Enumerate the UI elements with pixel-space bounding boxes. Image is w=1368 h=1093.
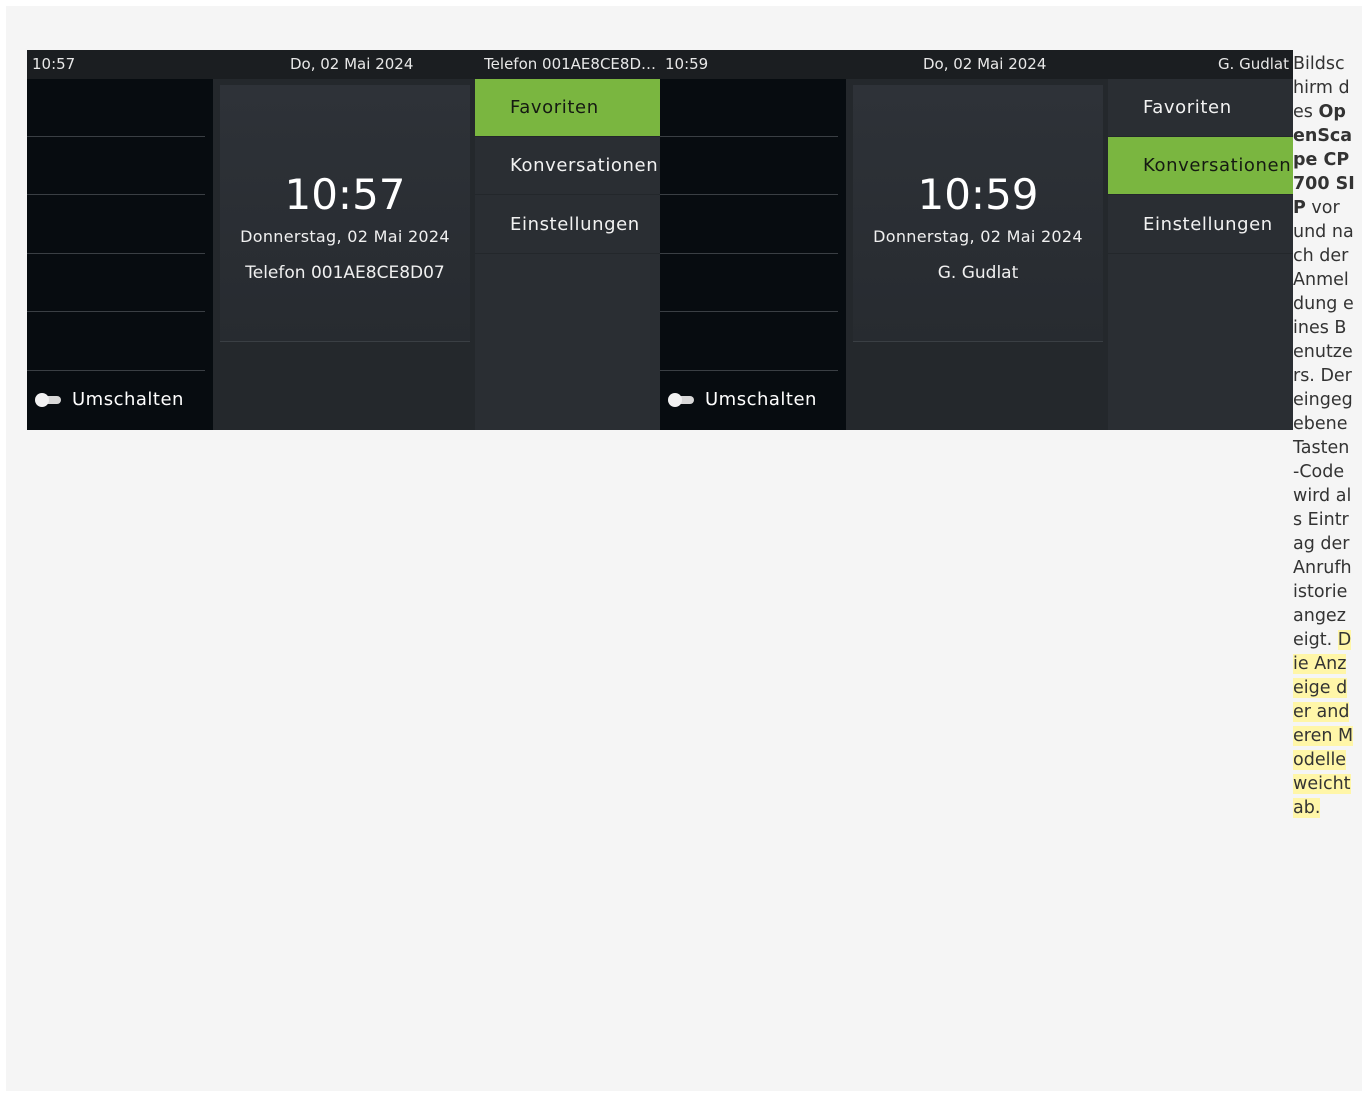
toggle-label: Umschalten xyxy=(72,389,184,410)
softkey-2[interactable] xyxy=(27,137,205,195)
softkey-3[interactable] xyxy=(660,196,838,254)
status-time: 10:57 xyxy=(32,55,76,73)
idle-panel: 10:59 Donnerstag, 02 Mai 2024 G. Gudlat xyxy=(847,79,1108,430)
menu-item-einstellungen[interactable]: Einstellungen xyxy=(1108,196,1293,254)
figure-caption: Bildschirm des OpenScape CP700 SIP vor u… xyxy=(1293,52,1355,820)
menu-item-konversationen[interactable]: Konversationen xyxy=(1108,137,1293,195)
toggle-icon xyxy=(668,393,696,407)
menu-item-favoriten[interactable]: Favoriten xyxy=(475,79,660,137)
caption-text-2: vor und nach der Anmeldung eines Benutze… xyxy=(1293,198,1354,650)
clock-panel: 10:57 Donnerstag, 02 Mai 2024 Telefon 00… xyxy=(220,85,470,341)
clock-time: 10:57 xyxy=(284,170,406,219)
status-user: Telefon 001AE8CE8D… xyxy=(484,55,656,73)
status-bar: 10:57 Do, 02 Mai 2024 Telefon 001AE8CE8D… xyxy=(27,50,660,79)
status-time: 10:59 xyxy=(665,55,709,73)
idle-panel: 10:57 Donnerstag, 02 Mai 2024 Telefon 00… xyxy=(214,79,475,430)
softkey-4[interactable] xyxy=(27,254,205,312)
toggle-label: Umschalten xyxy=(705,389,817,410)
status-user: G. Gudlat xyxy=(1217,55,1289,73)
clock-panel: 10:59 Donnerstag, 02 Mai 2024 G. Gudlat xyxy=(853,85,1103,341)
softkey-column: Umschalten xyxy=(27,79,213,430)
softkey-1[interactable] xyxy=(660,79,838,137)
softkey-5[interactable] xyxy=(660,313,838,371)
status-date: Do, 02 Mai 2024 xyxy=(923,55,1047,73)
phone-identity: Telefon 001AE8CE8D07 xyxy=(245,263,445,283)
phone-screen-before-login: 10:57 Do, 02 Mai 2024 Telefon 001AE8CE8D… xyxy=(27,50,660,430)
divider xyxy=(220,341,470,342)
menu-item-einstellungen[interactable]: Einstellungen xyxy=(475,196,660,254)
softkey-3[interactable] xyxy=(27,196,205,254)
menu-item-konversationen[interactable]: Konversationen xyxy=(475,137,660,195)
softkey-column: Umschalten xyxy=(660,79,846,430)
clock-date: Donnerstag, 02 Mai 2024 xyxy=(873,227,1083,246)
softkey-2[interactable] xyxy=(660,137,838,195)
clock-time: 10:59 xyxy=(917,170,1039,219)
main-menu: Favoriten Konversationen Einstellungen xyxy=(475,79,660,430)
softkey-1[interactable] xyxy=(27,79,205,137)
phone-screen-after-login: 10:59 Do, 02 Mai 2024 G. Gudlat Umschalt… xyxy=(660,50,1293,430)
clock-date: Donnerstag, 02 Mai 2024 xyxy=(240,227,450,246)
caption-note: Die Anzeige der anderen Modelle weicht a… xyxy=(1293,630,1354,818)
phone-identity: G. Gudlat xyxy=(937,263,1019,283)
divider xyxy=(853,341,1103,342)
softkey-4[interactable] xyxy=(660,254,838,312)
toggle-icon xyxy=(35,393,63,407)
toggle-button[interactable]: Umschalten xyxy=(660,371,838,430)
menu-item-favoriten[interactable]: Favoriten xyxy=(1108,79,1293,137)
main-menu: Favoriten Konversationen Einstellungen xyxy=(1108,79,1293,430)
toggle-button[interactable]: Umschalten xyxy=(27,371,205,430)
document-page: 10:57 Do, 02 Mai 2024 Telefon 001AE8CE8D… xyxy=(6,6,1362,1091)
softkey-5[interactable] xyxy=(27,313,205,371)
status-bar: 10:59 Do, 02 Mai 2024 G. Gudlat xyxy=(660,50,1293,79)
